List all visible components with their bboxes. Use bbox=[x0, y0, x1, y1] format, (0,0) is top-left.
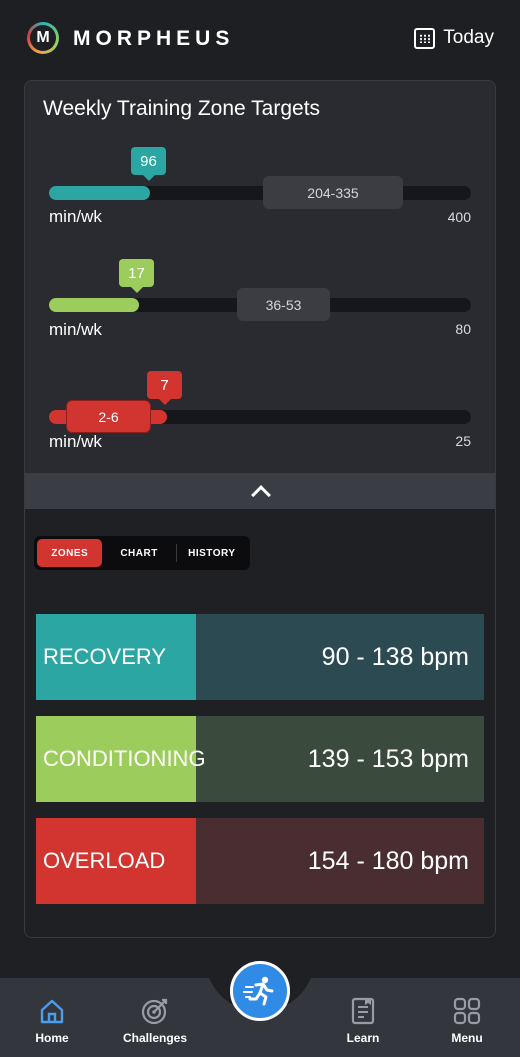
brand-name: MORPHEUS bbox=[73, 27, 235, 50]
zone-bpm: 90 - 138 bpm bbox=[321, 642, 469, 671]
nav-label: Menu bbox=[451, 1031, 483, 1045]
max-label: 80 bbox=[455, 321, 471, 337]
view-tabs: ZONES CHART HISTORY bbox=[34, 536, 250, 570]
target-range-pill[interactable]: 36-53 bbox=[237, 288, 330, 321]
zone-name: CONDITIONING bbox=[43, 746, 206, 771]
value-tooltip: 17 bbox=[119, 259, 154, 293]
zone-bpm: 154 - 180 bpm bbox=[307, 846, 469, 875]
overload-target-slider[interactable]: 2-6 7 bbox=[49, 371, 471, 433]
max-label: 25 bbox=[455, 433, 471, 449]
nav-menu[interactable]: Menu bbox=[427, 993, 507, 1045]
date-picker-button[interactable]: Today bbox=[414, 27, 494, 49]
tab-chart[interactable]: CHART bbox=[102, 539, 175, 567]
book-icon bbox=[351, 997, 375, 1025]
nav-home[interactable]: Home bbox=[12, 993, 92, 1045]
zone-name: RECOVERY bbox=[43, 644, 167, 669]
home-icon bbox=[40, 999, 64, 1024]
running-icon bbox=[243, 976, 274, 1006]
card-title: Weekly Training Zone Targets bbox=[43, 97, 321, 120]
max-label: 400 bbox=[447, 209, 471, 225]
nav-label: Home bbox=[35, 1031, 69, 1045]
calendar-icon bbox=[414, 27, 436, 49]
zone-bpm: 139 - 153 bpm bbox=[307, 744, 469, 773]
zones-panel: ZONES CHART HISTORY RECOVERY 90 - 138 bp… bbox=[25, 509, 495, 937]
unit-label: min/wk bbox=[49, 320, 102, 339]
grid-icon bbox=[453, 997, 481, 1025]
unit-label: min/wk bbox=[49, 432, 102, 451]
slider-fill bbox=[49, 186, 150, 200]
nav-label: Learn bbox=[346, 1031, 380, 1045]
collapse-toggle[interactable] bbox=[25, 473, 495, 509]
nav-label: Challenges bbox=[122, 1031, 188, 1045]
start-workout-button[interactable] bbox=[230, 961, 290, 1021]
nav-challenges[interactable]: Challenges bbox=[115, 993, 195, 1045]
morpheus-logo[interactable]: M bbox=[27, 22, 59, 54]
logo-letter: M bbox=[30, 25, 56, 51]
unit-label: min/wk bbox=[49, 207, 102, 226]
value-tooltip: 7 bbox=[147, 371, 182, 405]
app-header: M MORPHEUS Today bbox=[0, 0, 520, 78]
zone-row-recovery[interactable]: RECOVERY 90 - 138 bpm bbox=[36, 614, 484, 700]
slider-fill bbox=[49, 298, 139, 312]
tab-history[interactable]: HISTORY bbox=[177, 539, 247, 567]
value-tooltip: 96 bbox=[131, 147, 166, 181]
zone-row-conditioning[interactable]: CONDITIONING 139 - 153 bpm bbox=[36, 716, 484, 802]
weekly-targets-card: Weekly Training Zone Targets 204-335 96 … bbox=[24, 80, 496, 938]
target-icon bbox=[141, 998, 168, 1025]
chevron-up-icon bbox=[251, 485, 271, 505]
target-range-pill[interactable]: 204-335 bbox=[263, 176, 403, 209]
zone-name: OVERLOAD bbox=[43, 848, 166, 873]
recovery-target-slider[interactable]: 204-335 96 bbox=[49, 147, 471, 209]
conditioning-target-slider[interactable]: 36-53 17 bbox=[49, 259, 471, 321]
target-range-pill[interactable]: 2-6 bbox=[66, 400, 151, 433]
nav-learn[interactable]: Learn bbox=[323, 993, 403, 1045]
tab-zones[interactable]: ZONES bbox=[37, 539, 103, 567]
date-label: Today bbox=[443, 27, 494, 48]
zone-row-overload[interactable]: OVERLOAD 154 - 180 bpm bbox=[36, 818, 484, 904]
